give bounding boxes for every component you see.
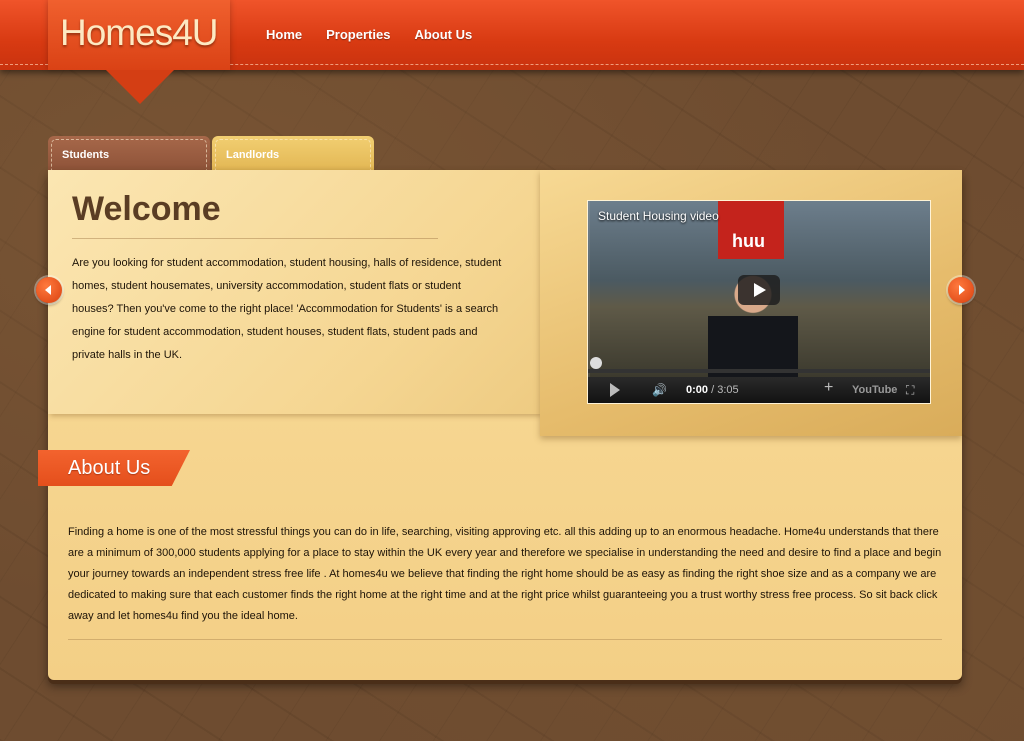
add-icon[interactable]: + bbox=[824, 379, 833, 397]
video-controls: 🔊 0:00 / 3:05 + YouTube ⛶ bbox=[588, 357, 930, 403]
slider-next-arrow-icon[interactable] bbox=[948, 277, 974, 303]
divider bbox=[72, 238, 438, 239]
welcome-title: Welcome bbox=[72, 190, 221, 228]
current-time: 0:00 bbox=[686, 384, 709, 396]
video-player[interactable]: huu Student Housing video 🔊 0:00 / 3:05 … bbox=[587, 200, 931, 404]
video-sign: huu bbox=[718, 201, 784, 259]
video-thumbnail[interactable]: huu Student Housing video bbox=[588, 201, 930, 377]
nav-about-link[interactable]: About Us bbox=[414, 27, 472, 42]
slider-prev-arrow-icon[interactable] bbox=[36, 277, 62, 303]
play-overlay-button[interactable] bbox=[738, 275, 780, 305]
tab-students-label: Students bbox=[62, 149, 110, 161]
play-icon[interactable] bbox=[610, 383, 620, 397]
divider bbox=[68, 639, 942, 640]
progress-knob[interactable] bbox=[590, 357, 602, 369]
progress-bar[interactable] bbox=[588, 357, 930, 373]
youtube-logo[interactable]: YouTube bbox=[852, 384, 897, 396]
about-heading: About Us bbox=[68, 457, 151, 479]
logo-ribbon-tip bbox=[106, 70, 174, 104]
main-panel: Welcome Are you looking for student acco… bbox=[38, 170, 962, 680]
nav-properties-link[interactable]: Properties bbox=[326, 27, 390, 42]
tab-landlords-label: Landlords bbox=[226, 149, 280, 161]
about-heading-ribbon: About Us bbox=[38, 450, 190, 486]
welcome-section: Welcome Are you looking for student acco… bbox=[48, 170, 540, 414]
about-text: Finding a home is one of the most stress… bbox=[68, 526, 942, 622]
site-header: Homes4U Home Properties About Us bbox=[0, 0, 1024, 104]
welcome-text: Are you looking for student accommodatio… bbox=[72, 257, 502, 361]
video-sign-text: huu bbox=[732, 231, 765, 251]
volume-icon[interactable]: 🔊 bbox=[652, 383, 667, 397]
nav-home-link[interactable]: Home bbox=[266, 27, 302, 42]
main-nav: Home Properties About Us bbox=[266, 27, 496, 42]
video-time: 0:00 / 3:05 bbox=[686, 384, 739, 396]
logo-ribbon[interactable]: Homes4U bbox=[48, 0, 230, 104]
site-logo[interactable]: Homes4U bbox=[60, 12, 218, 54]
duration: / 3:05 bbox=[711, 384, 739, 396]
video-frame: huu Student Housing video 🔊 0:00 / 3:05 … bbox=[540, 170, 962, 436]
tab-landlords[interactable]: Landlords bbox=[212, 136, 374, 172]
video-title[interactable]: Student Housing video bbox=[598, 209, 719, 223]
tab-students[interactable]: Students bbox=[48, 136, 210, 172]
fullscreen-icon[interactable]: ⛶ bbox=[906, 383, 914, 398]
